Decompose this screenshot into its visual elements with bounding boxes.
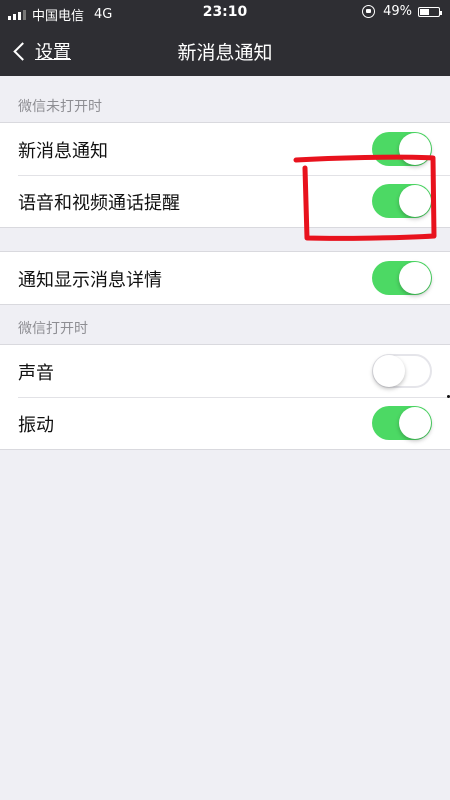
battery-icon xyxy=(418,6,442,17)
nav-bar: 设置 新消息通知 xyxy=(0,26,450,76)
toggle-knob xyxy=(399,407,431,439)
settings-screen: 中国电信 4G 23:10 49% 设置 新消息通知 微信未打开时 新消息通知 … xyxy=(0,0,450,800)
vibration-toggle[interactable] xyxy=(372,406,432,440)
settings-group-details: 通知显示消息详情 xyxy=(0,251,450,305)
row-label: 语音和视频通话提醒 xyxy=(18,193,180,214)
status-bar: 中国电信 4G 23:10 49% xyxy=(0,0,450,26)
status-right: 49% xyxy=(362,4,442,19)
row-voice-video-call-reminder: 语音和视频通话提醒 xyxy=(0,175,450,227)
row-label: 通知显示消息详情 xyxy=(18,270,162,291)
toggle-knob xyxy=(399,133,431,165)
battery-percent: 49% xyxy=(383,4,412,19)
row-label: 振动 xyxy=(18,415,54,436)
toggle-knob xyxy=(399,262,431,294)
settings-group-open: 声音 振动 xyxy=(0,344,450,450)
row-vibration: 振动 xyxy=(0,397,450,449)
new-message-notify-toggle[interactable] xyxy=(372,132,432,166)
sound-toggle[interactable] xyxy=(372,354,432,388)
settings-group-closed: 新消息通知 语音和视频通话提醒 xyxy=(0,122,450,228)
toggle-knob xyxy=(373,355,405,387)
voice-video-call-reminder-toggle[interactable] xyxy=(372,184,432,218)
rotation-lock-icon xyxy=(362,5,376,18)
toggle-knob xyxy=(399,185,431,217)
row-label: 声音 xyxy=(18,363,54,384)
row-label: 新消息通知 xyxy=(18,141,108,162)
section-header-closed: 微信未打开时 xyxy=(18,99,102,115)
section-header-open: 微信打开时 xyxy=(18,321,88,337)
page-title: 新消息通知 xyxy=(177,42,273,64)
row-new-message-notify: 新消息通知 xyxy=(0,123,450,175)
row-show-message-details: 通知显示消息详情 xyxy=(0,252,450,304)
show-message-details-toggle[interactable] xyxy=(372,261,432,295)
row-sound: 声音 xyxy=(0,345,450,397)
